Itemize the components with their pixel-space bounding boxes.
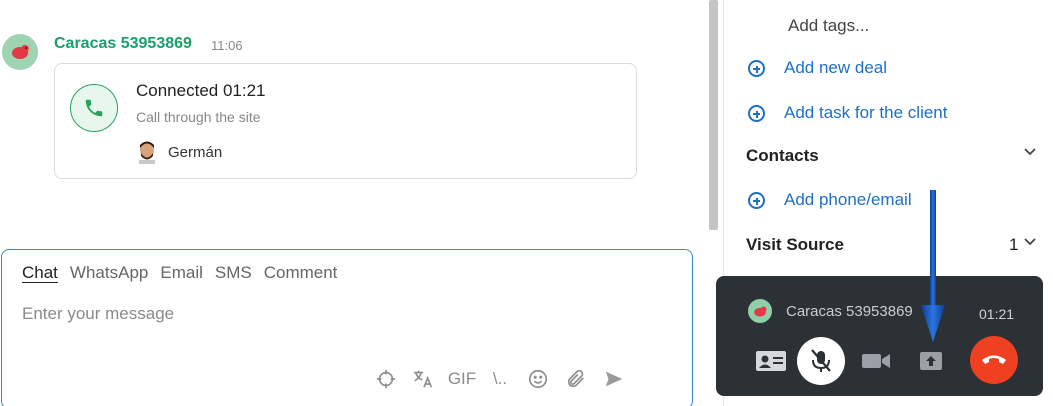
visit-source-section-title[interactable]: Visit Source [746,235,844,255]
composer-toolbar: GIF \.. [367,366,633,392]
emoji-icon[interactable] [519,366,557,392]
tab-email[interactable]: Email [160,263,203,283]
tab-chat[interactable]: Chat [22,263,58,283]
send-icon[interactable] [595,366,633,392]
add-phone-label: Add phone/email [784,190,912,209]
contact-card-button[interactable] [747,337,795,385]
channel-tabs: Chat WhatsApp Email SMS Comment [22,263,337,283]
add-deal-link[interactable]: Add new deal [748,58,887,78]
video-button[interactable] [852,337,900,385]
caller-name: Caracas 53953869 [786,303,913,320]
bird-icon [12,45,31,59]
message-input[interactable] [22,304,662,324]
plus-circle-icon [748,104,765,122]
upload-icon [920,352,942,370]
contact-avatar[interactable] [2,34,38,70]
phone-icon [70,84,118,132]
target-icon[interactable] [367,366,405,392]
add-task-label: Add task for the client [784,103,948,122]
message-composer: Chat WhatsApp Email SMS Comment GIF \.. [1,249,693,406]
paperclip-icon[interactable] [557,366,595,392]
mute-button[interactable] [797,337,845,385]
chevron-down-icon[interactable] [1024,238,1036,246]
tab-whatsapp[interactable]: WhatsApp [70,263,148,283]
chat-scrollbar[interactable] [709,0,718,230]
contact-card-icon [756,351,786,371]
agent-avatar [139,141,155,164]
plus-circle-icon [748,191,765,209]
message-time: 11:06 [211,38,243,53]
annotation-arrow [921,190,945,342]
hang-up-icon [982,355,1006,364]
call-status: Connected 01:21 [136,81,266,100]
call-card: Connected 01:21 Call through the site Ge… [54,63,637,179]
visit-source-count: 1 [1009,235,1019,254]
add-tags-link[interactable]: Add tags... [788,16,869,36]
call-timer: 01:21 [979,306,1015,322]
hang-up-button[interactable] [970,336,1018,384]
microphone-muted-icon [811,349,831,372]
tab-sms[interactable]: SMS [215,263,252,283]
call-widget: Caracas 53953869 01:21 [716,276,1043,396]
page: Caracas 53953869 11:06 Connected 01:21 C… [0,0,1053,406]
add-deal-label: Add new deal [784,58,888,77]
templates-button[interactable]: \.. [481,366,519,392]
bird-icon [754,305,767,317]
call-subtitle: Call through the site [136,109,261,125]
video-camera-icon [862,354,890,368]
message-sender[interactable]: Caracas 53953869 [54,35,192,53]
chevron-down-icon[interactable] [1024,148,1036,156]
tab-comment[interactable]: Comment [264,263,338,283]
translate-icon[interactable] [405,366,443,392]
add-task-link[interactable]: Add task for the client [748,103,947,123]
agent-name: Germán [168,144,223,161]
add-phone-link[interactable]: Add phone/email [748,190,912,210]
plus-circle-icon [748,59,765,77]
gif-button[interactable]: GIF [443,366,481,392]
contacts-section-title[interactable]: Contacts [746,146,819,166]
caller-avatar [748,299,772,323]
